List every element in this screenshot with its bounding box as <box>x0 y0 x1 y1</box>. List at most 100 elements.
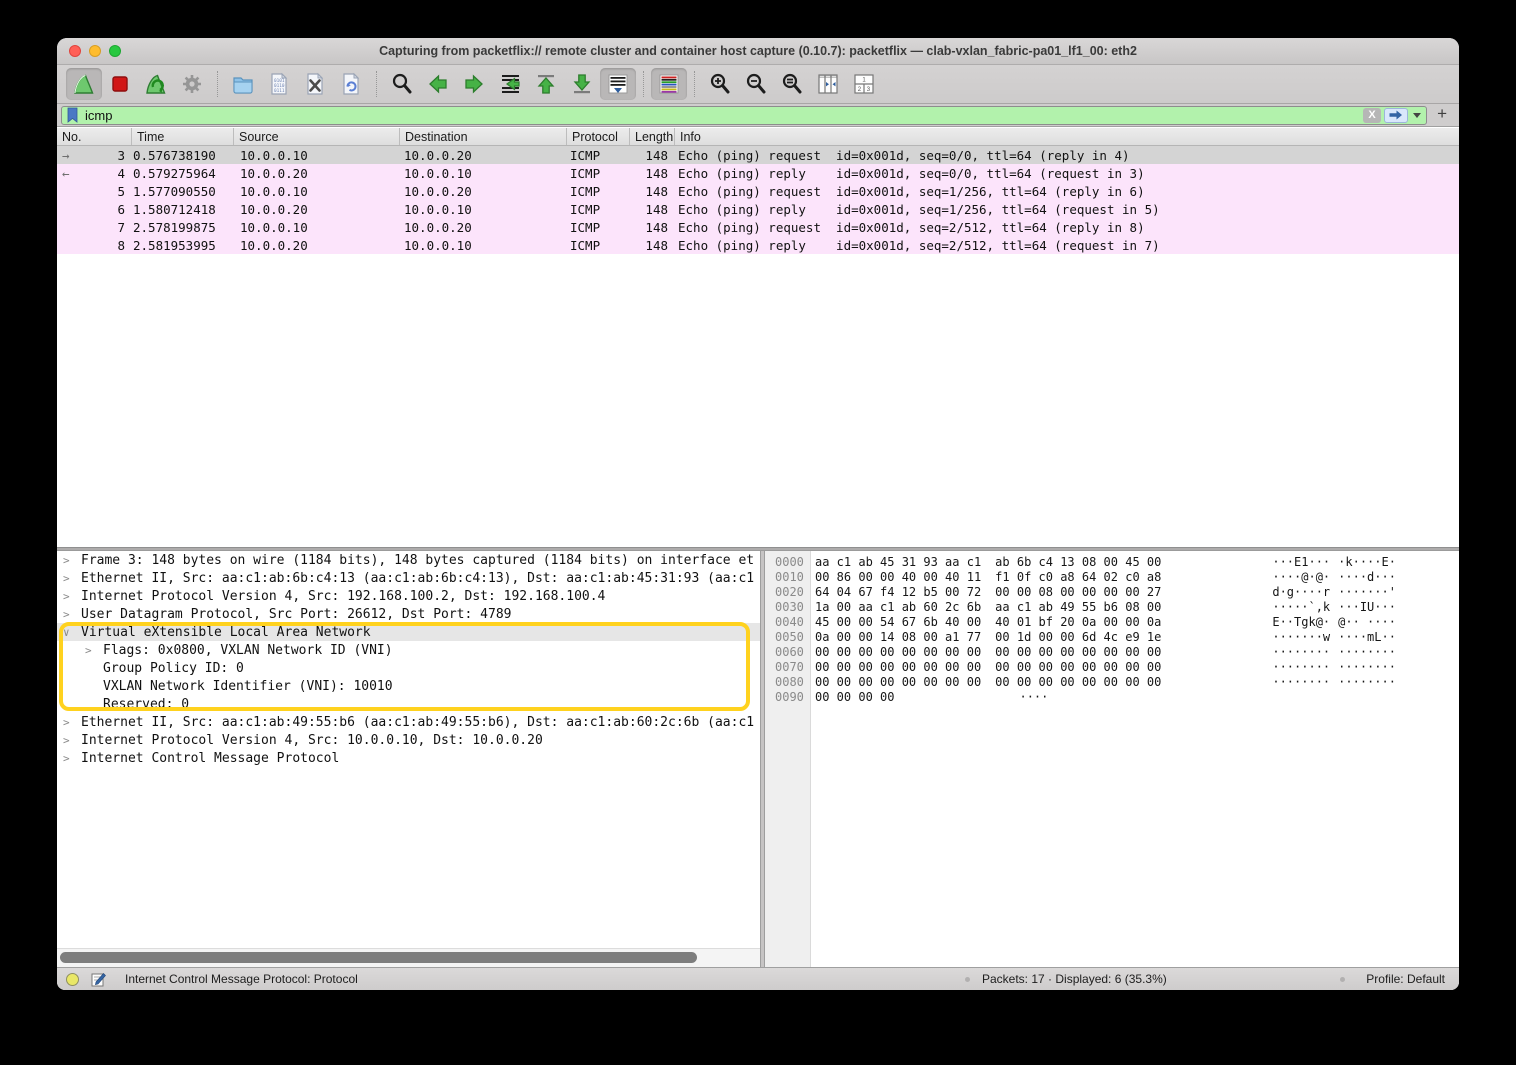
find-packet-button[interactable] <box>384 68 420 100</box>
auto-scroll-button[interactable] <box>600 68 636 100</box>
filter-add-button[interactable]: + <box>1427 104 1453 126</box>
related-packet-marker: → <box>62 148 70 163</box>
expander-chevron-icon[interactable] <box>85 662 103 675</box>
details-tree-row[interactable]: VXLAN Network Identifier (VNI): 10010 <box>57 677 760 695</box>
zoom-in-button[interactable] <box>702 68 738 100</box>
cell-time: 2.581953995 <box>131 238 233 253</box>
hex-row[interactable]: 0020 64 04 67 f4 12 b5 00 72 00 00 08 00… <box>765 584 1459 599</box>
hex-row[interactable]: 0060 00 00 00 00 00 00 00 00 00 00 00 00… <box>765 644 1459 659</box>
expander-chevron-icon[interactable]: > <box>63 554 81 567</box>
details-tree-row[interactable]: Group Policy ID: 0 <box>57 659 760 677</box>
hex-row[interactable]: 0050 0a 00 00 14 08 00 a1 77 00 1d 00 00… <box>765 629 1459 644</box>
zoom-out-button[interactable] <box>738 68 774 100</box>
hex-row[interactable]: 0000 aa c1 ab 45 31 93 aa c1 ab 6b c4 13… <box>765 554 1459 569</box>
cell-length: 148 <box>629 202 674 217</box>
column-header[interactable]: Length <box>629 128 674 145</box>
cell-no: 5 <box>57 184 131 199</box>
column-header[interactable]: Source <box>233 128 399 145</box>
scrollbar-thumb[interactable] <box>60 952 697 963</box>
expander-chevron-icon[interactable]: > <box>85 644 103 657</box>
details-tree-row[interactable]: > Ethernet II, Src: aa:c1:ab:49:55:b6 (a… <box>57 713 760 731</box>
display-filter-input[interactable]: icmp X <box>61 106 1427 125</box>
reload-file-button[interactable] <box>333 68 369 100</box>
hex-bytes-right: ab 6b c4 13 08 00 45 00 <box>995 555 1161 569</box>
start-capture-button[interactable] <box>66 68 102 100</box>
zoom-reset-button[interactable] <box>774 68 810 100</box>
expander-chevron-icon[interactable] <box>85 698 103 711</box>
stop-square-icon <box>107 71 133 97</box>
cell-length: 148 <box>629 220 674 235</box>
close-window-button[interactable] <box>69 45 81 57</box>
go-back-button[interactable] <box>420 68 456 100</box>
filter-apply-button[interactable] <box>1384 108 1408 123</box>
packet-row[interactable]: 8 2.581953995 10.0.0.20 10.0.0.10 ICMP 1… <box>57 236 1459 254</box>
expander-chevron-icon[interactable] <box>85 680 103 693</box>
hex-row[interactable]: 0030 1a 00 aa c1 ab 60 2c 6b aa c1 ab 49… <box>765 599 1459 614</box>
packet-row[interactable]: ←4 0.579275964 10.0.0.20 10.0.0.10 ICMP … <box>57 164 1459 182</box>
column-header[interactable]: Time <box>131 128 233 145</box>
hex-row[interactable]: 0070 00 00 00 00 00 00 00 00 00 00 00 00… <box>765 659 1459 674</box>
details-tree-row[interactable]: > Ethernet II, Src: aa:c1:ab:6b:c4:13 (a… <box>57 569 760 587</box>
resize-columns-button[interactable] <box>810 68 846 100</box>
expander-chevron-icon[interactable]: > <box>63 590 81 603</box>
filter-clear-button[interactable]: X <box>1363 108 1381 123</box>
details-tree-row[interactable]: > User Datagram Protocol, Src Port: 2661… <box>57 605 760 623</box>
filter-value[interactable]: icmp <box>79 108 1363 123</box>
zoom-window-button[interactable] <box>109 45 121 57</box>
details-tree-row[interactable]: ∨ Virtual eXtensible Local Area Network <box>57 623 760 641</box>
hex-row[interactable]: 0090 00 00 00 00 ···· <box>765 689 1459 704</box>
cell-time: 0.576738190 <box>131 148 233 163</box>
stop-capture-button[interactable] <box>102 68 138 100</box>
details-tree-row[interactable]: > Internet Protocol Version 4, Src: 192.… <box>57 587 760 605</box>
details-tree-row[interactable]: > Frame 3: 148 bytes on wire (1184 bits)… <box>57 551 760 569</box>
packet-row[interactable]: 5 1.577090550 10.0.0.10 10.0.0.20 ICMP 1… <box>57 182 1459 200</box>
packet-row[interactable]: 7 2.578199875 10.0.0.10 10.0.0.20 ICMP 1… <box>57 218 1459 236</box>
expander-chevron-icon[interactable]: > <box>63 752 81 765</box>
go-forward-button[interactable] <box>456 68 492 100</box>
expert-info-icon[interactable] <box>66 973 79 986</box>
packet-row[interactable]: 6 1.580712418 10.0.0.20 10.0.0.10 ICMP 1… <box>57 200 1459 218</box>
expander-chevron-icon[interactable]: > <box>63 572 81 585</box>
details-tree-row[interactable]: > Internet Protocol Version 4, Src: 10.0… <box>57 731 760 749</box>
column-header[interactable]: Info <box>674 128 1459 145</box>
details-horizontal-scrollbar[interactable] <box>57 948 760 967</box>
save-file-button[interactable]: 010101100111 <box>261 68 297 100</box>
column-header[interactable]: No. <box>57 128 131 145</box>
filter-bookmark-icon[interactable] <box>66 107 79 123</box>
title-bar[interactable]: Capturing from packetflix:// remote clus… <box>57 38 1459 65</box>
filter-history-dropdown[interactable] <box>1413 113 1421 118</box>
expander-chevron-icon[interactable]: > <box>63 734 81 747</box>
go-to-packet-button[interactable] <box>492 68 528 100</box>
column-header[interactable]: Protocol <box>566 128 629 145</box>
hex-row[interactable]: 0080 00 00 00 00 00 00 00 00 00 00 00 00… <box>765 674 1459 689</box>
window-title: Capturing from packetflix:// remote clus… <box>57 44 1459 58</box>
expander-chevron-icon[interactable]: > <box>63 716 81 729</box>
hex-row[interactable]: 0040 45 00 00 54 67 6b 40 00 40 01 bf 20… <box>765 614 1459 629</box>
hex-bytes-right: 40 01 bf 20 0a 00 00 0a <box>995 615 1161 629</box>
packet-row[interactable]: →3 0.576738190 10.0.0.10 10.0.0.20 ICMP … <box>57 146 1459 164</box>
close-file-button[interactable] <box>297 68 333 100</box>
column-header[interactable]: Destination <box>399 128 566 145</box>
cell-destination: 10.0.0.20 <box>399 148 566 163</box>
status-separator-dot <box>1340 977 1345 982</box>
details-tree-row[interactable]: > Internet Control Message Protocol <box>57 749 760 767</box>
colorize-button[interactable] <box>651 68 687 100</box>
minimize-window-button[interactable] <box>89 45 101 57</box>
cell-protocol: ICMP <box>566 220 629 235</box>
restart-capture-button[interactable] <box>138 68 174 100</box>
profile-text[interactable]: Profile: Default <box>1366 972 1445 986</box>
go-to-bottom-button[interactable] <box>564 68 600 100</box>
expander-chevron-icon[interactable]: ∨ <box>63 626 81 639</box>
layout-panes-button[interactable]: 123 <box>846 68 882 100</box>
details-tree-row[interactable]: Reserved: 0 <box>57 695 760 713</box>
ascii-right: ········ <box>1338 660 1396 674</box>
capture-comment-icon[interactable] <box>91 972 106 987</box>
expander-chevron-icon[interactable]: > <box>63 608 81 621</box>
open-file-button[interactable] <box>225 68 261 100</box>
hex-row[interactable]: 0010 00 86 00 00 40 00 40 11 f1 0f c0 a8… <box>765 569 1459 584</box>
details-tree-row[interactable]: > Flags: 0x0800, VXLAN Network ID (VNI) <box>57 641 760 659</box>
go-to-top-button[interactable] <box>528 68 564 100</box>
capture-options-button[interactable] <box>174 68 210 100</box>
cell-info: Echo (ping) reply id=0x001d, seq=1/256, … <box>674 202 1459 217</box>
cell-protocol: ICMP <box>566 166 629 181</box>
